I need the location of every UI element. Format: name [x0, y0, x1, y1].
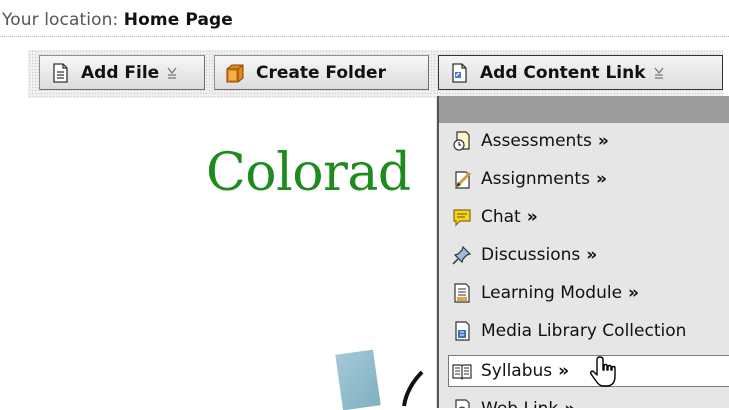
submenu-arrow-icon: »: [597, 131, 609, 151]
chevron-down-icon: [167, 67, 177, 79]
page-title: Colorad: [206, 143, 411, 203]
media-library-icon: [455, 321, 470, 341]
submenu-arrow-icon: »: [595, 169, 607, 189]
menu-item-web-link[interactable]: Web Link »: [451, 393, 729, 408]
menu-item-learning-module[interactable]: Learning Module »: [451, 277, 729, 309]
menu-item-label: Chat: [481, 207, 521, 227]
dotted-divider: [0, 36, 729, 37]
assessment-icon: [453, 131, 470, 151]
content-link-icon: [452, 62, 467, 83]
syllabus-icon: [452, 364, 472, 380]
discussion-pin-icon: [452, 245, 472, 265]
add-content-link-label: Add Content Link: [480, 62, 646, 83]
submenu-arrow-icon: »: [558, 361, 570, 381]
menu-item-label: Learning Module: [481, 283, 623, 303]
add-content-link-dropdown: Assessments » Assignments » Chat » Discu…: [437, 96, 729, 408]
dropdown-header: [439, 96, 729, 123]
submenu-arrow-icon: »: [586, 245, 598, 265]
submenu-arrow-icon: »: [526, 207, 538, 227]
location-label: Your location:: [2, 10, 119, 30]
create-folder-label: Create Folder: [256, 62, 386, 83]
menu-item-media-library-collection[interactable]: Media Library Collection: [451, 315, 729, 347]
menu-item-label: Web Link: [481, 399, 558, 408]
menu-item-assessments[interactable]: Assessments »: [451, 125, 729, 157]
chevron-down-icon: [654, 67, 664, 79]
menu-item-label: Media Library Collection: [481, 321, 687, 341]
menu-item-label: Assessments: [481, 131, 592, 151]
add-file-label: Add File: [81, 62, 160, 83]
menu-item-assignments[interactable]: Assignments »: [451, 163, 729, 195]
hand-cursor-icon: [590, 356, 616, 387]
folder-icon: [226, 63, 244, 83]
chat-icon: [453, 209, 471, 227]
file-icon: [53, 62, 68, 83]
menu-item-discussions[interactable]: Discussions »: [451, 239, 729, 271]
decorative-stroke-image: [402, 370, 424, 407]
book-image: [335, 349, 381, 410]
location-value[interactable]: Home Page: [124, 10, 233, 30]
menu-item-label: Syllabus: [481, 361, 553, 381]
assignment-icon: [454, 171, 472, 189]
location-breadcrumb: Your location: Home Page: [2, 10, 233, 30]
menu-item-syllabus[interactable]: Syllabus »: [448, 355, 729, 387]
create-folder-button[interactable]: Create Folder: [214, 55, 429, 90]
web-link-icon: [455, 399, 470, 408]
learning-module-icon: [454, 283, 470, 303]
submenu-arrow-icon: »: [564, 399, 575, 408]
menu-item-label: Discussions: [481, 245, 581, 265]
submenu-arrow-icon: »: [628, 283, 640, 303]
add-content-link-button[interactable]: Add Content Link: [438, 55, 723, 90]
menu-item-chat[interactable]: Chat »: [451, 201, 729, 233]
menu-item-label: Assignments: [481, 169, 590, 189]
add-file-button[interactable]: Add File: [39, 55, 205, 90]
